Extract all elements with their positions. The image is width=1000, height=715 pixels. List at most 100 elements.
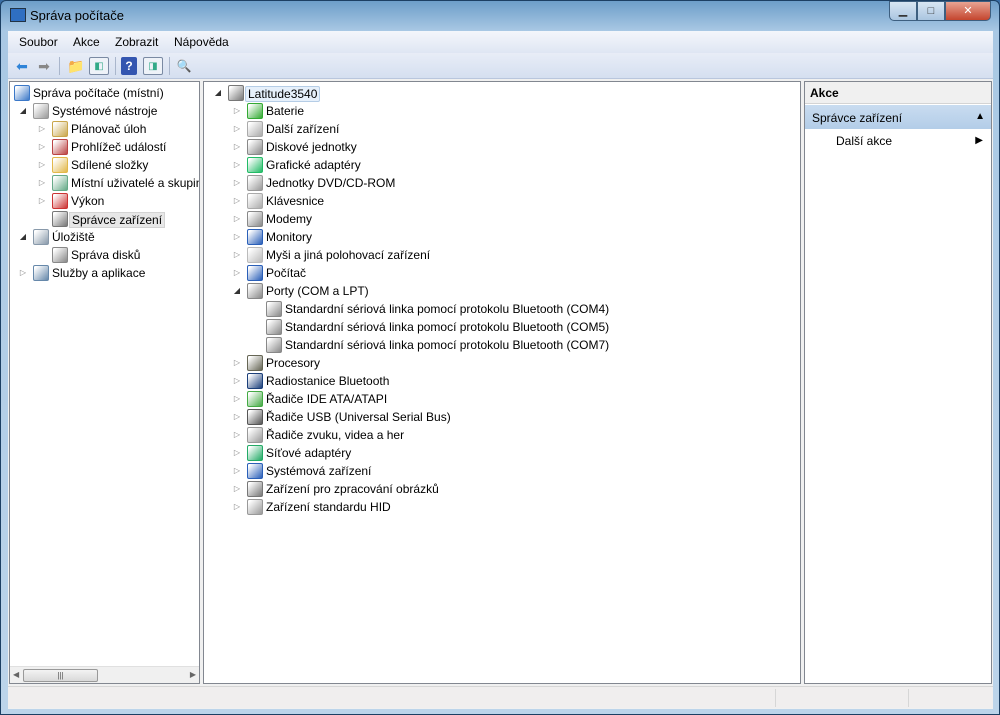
expand-icon[interactable]: ▷: [38, 196, 46, 205]
menu-label: Akce: [73, 35, 100, 49]
tree-item[interactable]: Standardní sériová linka pomocí protokol…: [204, 300, 800, 318]
scroll-left-icon[interactable]: ◀: [13, 670, 19, 679]
expand-icon[interactable]: ▷: [233, 412, 241, 421]
tree-item-label: Úložiště: [52, 230, 95, 244]
expand-icon[interactable]: ▷: [38, 178, 46, 187]
computer-icon: [228, 85, 244, 101]
tree-item[interactable]: ▷ Řadiče IDE ATA/ATAPI: [204, 390, 800, 408]
tree-item[interactable]: ▷ Modemy: [204, 210, 800, 228]
tree-item-label: Jednotky DVD/CD-ROM: [266, 176, 396, 190]
expand-icon[interactable]: ▷: [233, 160, 241, 169]
tree-item[interactable]: Správa disků: [10, 246, 199, 264]
menu-label: Soubor: [19, 35, 58, 49]
up-folder-icon[interactable]: 📁: [66, 57, 86, 75]
horizontal-scrollbar[interactable]: ◀ ||| ▶: [10, 666, 199, 683]
tree-item[interactable]: ◢ Latitude3540: [204, 84, 800, 102]
collapse-icon[interactable]: ◢: [214, 88, 222, 97]
tree-item[interactable]: ▷ Služby a aplikace: [10, 264, 199, 282]
tree-item[interactable]: Správa počítače (místní): [10, 84, 199, 102]
tree-item[interactable]: ▷ Grafické adaptéry: [204, 156, 800, 174]
back-icon[interactable]: ⬅: [12, 57, 32, 75]
close-button[interactable]: ✕: [945, 1, 991, 21]
expand-icon[interactable]: ▷: [38, 142, 46, 151]
scrollbar-thumb[interactable]: |||: [23, 669, 98, 682]
users-icon: [52, 175, 68, 191]
expand-icon[interactable]: ▷: [233, 142, 241, 151]
tree-item[interactable]: Správce zařízení: [10, 210, 199, 228]
tree-item[interactable]: ▷ Plánovač úloh: [10, 120, 199, 138]
collapse-up-icon[interactable]: ▲: [975, 111, 985, 122]
expand-icon[interactable]: ▷: [233, 178, 241, 187]
tree-item[interactable]: ◢ Systémové nástroje: [10, 102, 199, 120]
tree-item[interactable]: ▷ Klávesnice: [204, 192, 800, 210]
tree-item[interactable]: ◢ Úložiště: [10, 228, 199, 246]
show-hide-console-tree-icon[interactable]: ◧: [89, 57, 109, 75]
tree-item[interactable]: Standardní sériová linka pomocí protokol…: [204, 318, 800, 336]
expand-icon[interactable]: ▷: [233, 358, 241, 367]
tree-item-label: Počítač: [266, 266, 307, 280]
tree-item[interactable]: ▷ Monitory: [204, 228, 800, 246]
expand-icon[interactable]: ▷: [233, 268, 241, 277]
tree-item[interactable]: ▷ Síťové adaptéry: [204, 444, 800, 462]
tree-item[interactable]: ▷ Sdílené složky: [10, 156, 199, 174]
menu-1[interactable]: Akce: [73, 35, 100, 49]
expand-icon[interactable]: ▷: [38, 160, 46, 169]
tools-icon: [33, 103, 49, 119]
tree-item[interactable]: ▷ Jednotky DVD/CD-ROM: [204, 174, 800, 192]
menu-3[interactable]: Nápověda: [174, 35, 229, 49]
expand-icon[interactable]: ▷: [233, 376, 241, 385]
expand-icon[interactable]: ▷: [233, 502, 241, 511]
tree-item[interactable]: ▷ Počítač: [204, 264, 800, 282]
more-actions-item[interactable]: Další akce: [836, 134, 892, 148]
menu-2[interactable]: Zobrazit: [115, 35, 158, 49]
expand-icon[interactable]: ▷: [38, 124, 46, 133]
expand-icon[interactable]: ▷: [19, 268, 27, 277]
tree-item[interactable]: ▷ Řadiče USB (Universal Serial Bus): [204, 408, 800, 426]
expand-icon[interactable]: ▷: [233, 484, 241, 493]
tree-item[interactable]: ▷ Místní uživatelé a skupiny: [10, 174, 199, 192]
tree-item[interactable]: ◢ Porty (COM a LPT): [204, 282, 800, 300]
expand-icon[interactable]: ▷: [233, 448, 241, 457]
shared-folder-icon: [52, 157, 68, 173]
scroll-right-icon[interactable]: ▶: [190, 670, 196, 679]
forward-icon[interactable]: ➡: [34, 57, 54, 75]
expand-icon[interactable]: ▷: [233, 124, 241, 133]
tree-item-label: Standardní sériová linka pomocí protokol…: [285, 338, 610, 352]
minimize-button[interactable]: ▁: [889, 1, 917, 21]
title-bar[interactable]: Správa počítače ▁ □ ✕: [1, 1, 999, 31]
tree-item[interactable]: ▷ Baterie: [204, 102, 800, 120]
expand-icon[interactable]: ▷: [233, 196, 241, 205]
tree-item[interactable]: ▷ Diskové jednotky: [204, 138, 800, 156]
actions-group-device-manager[interactable]: Správce zařízení ▲: [805, 105, 991, 129]
tree-item[interactable]: ▷ Procesory: [204, 354, 800, 372]
tree-item[interactable]: ▷ Myši a jiná polohovací zařízení: [204, 246, 800, 264]
collapse-icon[interactable]: ◢: [19, 232, 27, 241]
display-adapter-icon: [247, 157, 263, 173]
expand-icon[interactable]: ▷: [233, 214, 241, 223]
collapse-icon[interactable]: ◢: [233, 286, 241, 295]
tree-item[interactable]: ▷ Zařízení standardu HID: [204, 498, 800, 516]
menu-0[interactable]: Soubor: [19, 35, 58, 49]
show-hide-action-pane-icon[interactable]: ◨: [143, 57, 163, 75]
scan-hardware-icon[interactable]: 🔍: [174, 57, 194, 75]
expand-icon[interactable]: ▷: [233, 232, 241, 241]
expand-icon[interactable]: ▷: [233, 250, 241, 259]
tree-item-label: Diskové jednotky: [266, 140, 357, 154]
tree-item[interactable]: ▷ Prohlížeč událostí: [10, 138, 199, 156]
expand-icon[interactable]: ▷: [233, 430, 241, 439]
expand-icon[interactable]: ▷: [233, 106, 241, 115]
tree-item[interactable]: ▷ Řadiče zvuku, videa a her: [204, 426, 800, 444]
tree-item[interactable]: ▷ Výkon: [10, 192, 199, 210]
tree-item[interactable]: Standardní sériová linka pomocí protokol…: [204, 336, 800, 354]
expand-icon[interactable]: ▷: [233, 394, 241, 403]
tree-item-label: Monitory: [266, 230, 313, 244]
toolbar: ⬅ ➡ 📁 ◧ ? ◨ 🔍: [8, 53, 993, 79]
maximize-button[interactable]: □: [917, 1, 945, 21]
expand-icon[interactable]: ▷: [233, 466, 241, 475]
collapse-icon[interactable]: ◢: [19, 106, 27, 115]
tree-item[interactable]: ▷ Radiostanice Bluetooth: [204, 372, 800, 390]
tree-item[interactable]: ▷ Zařízení pro zpracování obrázků: [204, 480, 800, 498]
tree-item[interactable]: ▷ Další zařízení: [204, 120, 800, 138]
tree-item[interactable]: ▷ Systémová zařízení: [204, 462, 800, 480]
help-icon[interactable]: ?: [121, 57, 137, 75]
